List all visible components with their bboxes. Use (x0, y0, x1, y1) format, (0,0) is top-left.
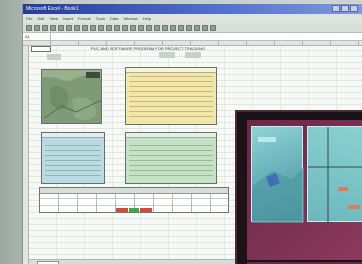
menu-item-format[interactable]: Format (78, 14, 91, 23)
close-button[interactable] (350, 5, 358, 12)
menu-item-data[interactable]: Data (110, 14, 118, 23)
menu-item-edit[interactable]: Edit (37, 14, 44, 23)
menu-item-file[interactable]: File (26, 14, 32, 23)
align-right-icon[interactable] (186, 24, 192, 31)
schedule-header (42, 133, 104, 138)
cost-rows (129, 141, 213, 180)
cost-panel[interactable] (125, 132, 217, 184)
project-info-rows (129, 76, 213, 121)
window-controls (332, 5, 358, 12)
undo-icon[interactable] (98, 24, 104, 31)
terrain-3d-image (252, 137, 304, 223)
header-label-3 (185, 52, 201, 58)
schedule-rows (45, 141, 101, 180)
maximize-button[interactable] (341, 5, 349, 12)
formula-input[interactable] (51, 33, 362, 40)
formula-bar: A1 (23, 33, 362, 41)
map-image-panel[interactable] (41, 69, 102, 124)
sort-descending-icon[interactable] (130, 24, 136, 31)
align-center-icon[interactable] (178, 24, 184, 31)
menu-item-window[interactable]: Window (123, 14, 137, 23)
cost-header (126, 133, 216, 138)
name-box[interactable]: A1 (23, 33, 51, 40)
align-left-icon[interactable] (170, 24, 176, 31)
terrain-view-right (307, 126, 362, 223)
title-bar: Microsoft Excel - Book1 (23, 4, 362, 14)
project-info-header (126, 68, 216, 73)
status-cell-red-2[interactable] (140, 208, 152, 212)
results-table[interactable] (39, 187, 229, 213)
preview-icon[interactable] (58, 24, 64, 31)
bold-icon[interactable] (146, 24, 152, 31)
fill-color-icon[interactable] (202, 24, 208, 31)
header-label-1 (47, 54, 61, 60)
italic-icon[interactable] (154, 24, 160, 31)
copy-icon[interactable] (82, 24, 88, 31)
project-info-panel[interactable] (125, 67, 217, 125)
menu-item-view[interactable]: View (49, 14, 58, 23)
window-title: Microsoft Excel - Book1 (26, 6, 79, 12)
terrain-profile-image (308, 127, 362, 223)
save-icon[interactable] (42, 24, 48, 31)
menu-item-insert[interactable]: Insert (63, 14, 73, 23)
sum-icon[interactable] (114, 24, 120, 31)
schedule-panel[interactable] (41, 132, 105, 184)
toolbar (23, 23, 362, 33)
logo-cell (31, 46, 51, 52)
sheet-title: PUC AND SOFTWARE PROGRAM FOR PROJECT TRA… (91, 46, 206, 51)
open-file-icon[interactable] (34, 24, 40, 31)
terrain-view-left (251, 126, 304, 223)
borders-icon[interactable] (194, 24, 200, 31)
redo-icon[interactable] (106, 24, 112, 31)
sort-ascending-icon[interactable] (122, 24, 128, 31)
chart-wizard-icon[interactable] (138, 24, 144, 31)
status-cell-green[interactable] (129, 208, 139, 212)
underline-icon[interactable] (162, 24, 168, 31)
menu-item-tools[interactable]: Tools (96, 14, 105, 23)
monitor-photo-overlay (235, 110, 362, 264)
spell-check-icon[interactable] (66, 24, 72, 31)
status-cell-red[interactable] (116, 208, 128, 212)
menu-item-help[interactable]: Help (143, 14, 151, 23)
monitor-screen (247, 120, 362, 260)
minimize-button[interactable] (332, 5, 340, 12)
font-color-icon[interactable] (210, 24, 216, 31)
new-file-icon[interactable] (26, 24, 32, 31)
header-label-2 (159, 52, 175, 58)
terrain-map-image (42, 70, 101, 121)
paste-icon[interactable] (90, 24, 96, 31)
print-icon[interactable] (50, 24, 56, 31)
cut-icon[interactable] (74, 24, 80, 31)
menu-bar: File Edit View Insert Format Tools Data … (23, 14, 362, 23)
